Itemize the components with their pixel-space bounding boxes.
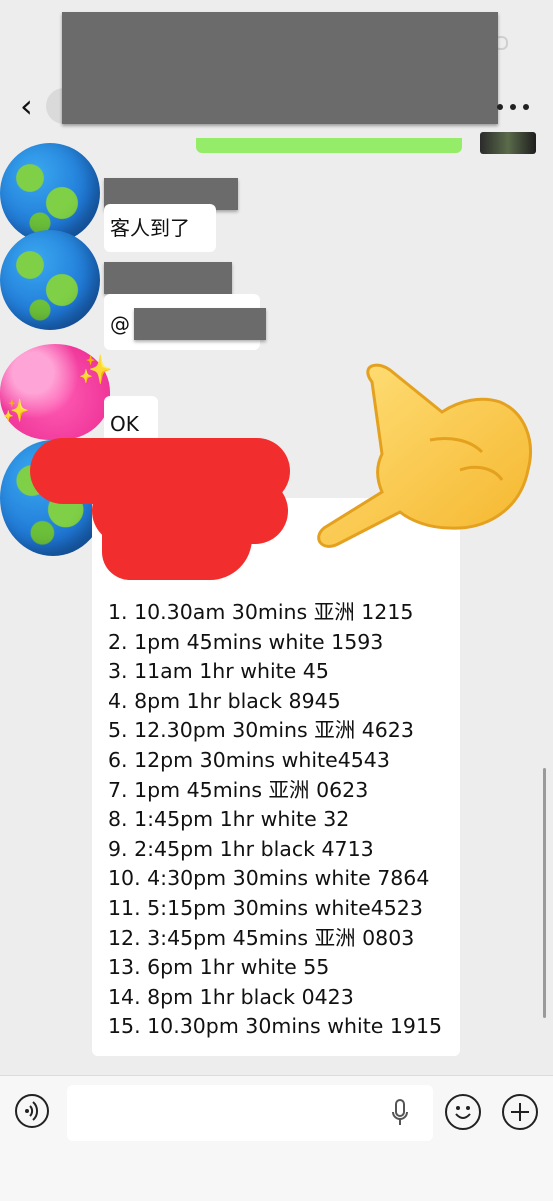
mention-name-redacted: [134, 308, 266, 340]
more-actions-button[interactable]: [502, 1094, 538, 1130]
globe-avatar-icon[interactable]: [0, 230, 100, 330]
pointing-hand-icon: [317, 363, 532, 548]
schedule-list: 1. 10.30am 30mins 亚洲 1215 2. 1pm 45mins …: [108, 598, 442, 1042]
red-scribble-redaction: [102, 510, 252, 580]
list-item: 10. 4:30pm 30mins white 7864: [108, 866, 430, 891]
sparkle-icon: ✨: [2, 399, 30, 424]
list-item: 6. 12pm 30mins white4543: [108, 747, 390, 772]
voice-input-button[interactable]: [15, 1094, 49, 1128]
mention-text: @: [110, 312, 130, 336]
message-text: 客人到了: [110, 216, 190, 240]
list-item: 9. 2:45pm 1hr black 4713: [108, 836, 374, 861]
chat-title-redacted: [62, 12, 498, 124]
list-item: 3. 11am 1hr white 45: [108, 659, 329, 684]
list-item: 4. 8pm 1hr black 8945: [108, 688, 341, 713]
list-item: 5. 12.30pm 30mins 亚洲 4623: [108, 718, 414, 743]
smiley-face-icon: [455, 1106, 471, 1119]
more-options-icon[interactable]: [497, 104, 529, 112]
message-input[interactable]: [67, 1085, 433, 1141]
list-item: 1. 10.30am 30mins 亚洲 1215: [108, 600, 414, 624]
list-item: 8. 1:45pm 1hr white 32: [108, 807, 350, 832]
scrollbar[interactable]: [543, 768, 546, 1018]
sparkle-icon: ✨: [78, 353, 113, 386]
globe-avatar-icon[interactable]: [0, 143, 100, 243]
microphone-icon[interactable]: [391, 1099, 409, 1127]
voice-wave-icon: [25, 1101, 39, 1121]
sent-message-bubble[interactable]: [196, 138, 462, 153]
list-item: 14. 8pm 1hr black 0423: [108, 984, 354, 1009]
sender-name-redacted: [104, 262, 232, 294]
list-item: 11. 5:15pm 30mins white4523: [108, 895, 423, 920]
emoji-button[interactable]: [445, 1094, 481, 1130]
list-item: 7. 1pm 45mins 亚洲 0623: [108, 777, 369, 802]
list-item: 12. 3:45pm 45mins 亚洲 0803: [108, 925, 415, 950]
back-chevron-icon[interactable]: ‹: [20, 90, 33, 122]
own-avatar[interactable]: [480, 132, 536, 154]
list-item: 13. 6pm 1hr white 55: [108, 955, 330, 980]
list-item: 15. 10.30pm 30mins white 1915: [108, 1014, 443, 1039]
message-text: OK: [110, 412, 139, 436]
list-item: 2. 1pm 45mins white 1593: [108, 629, 384, 654]
plus-icon: [511, 1103, 529, 1121]
